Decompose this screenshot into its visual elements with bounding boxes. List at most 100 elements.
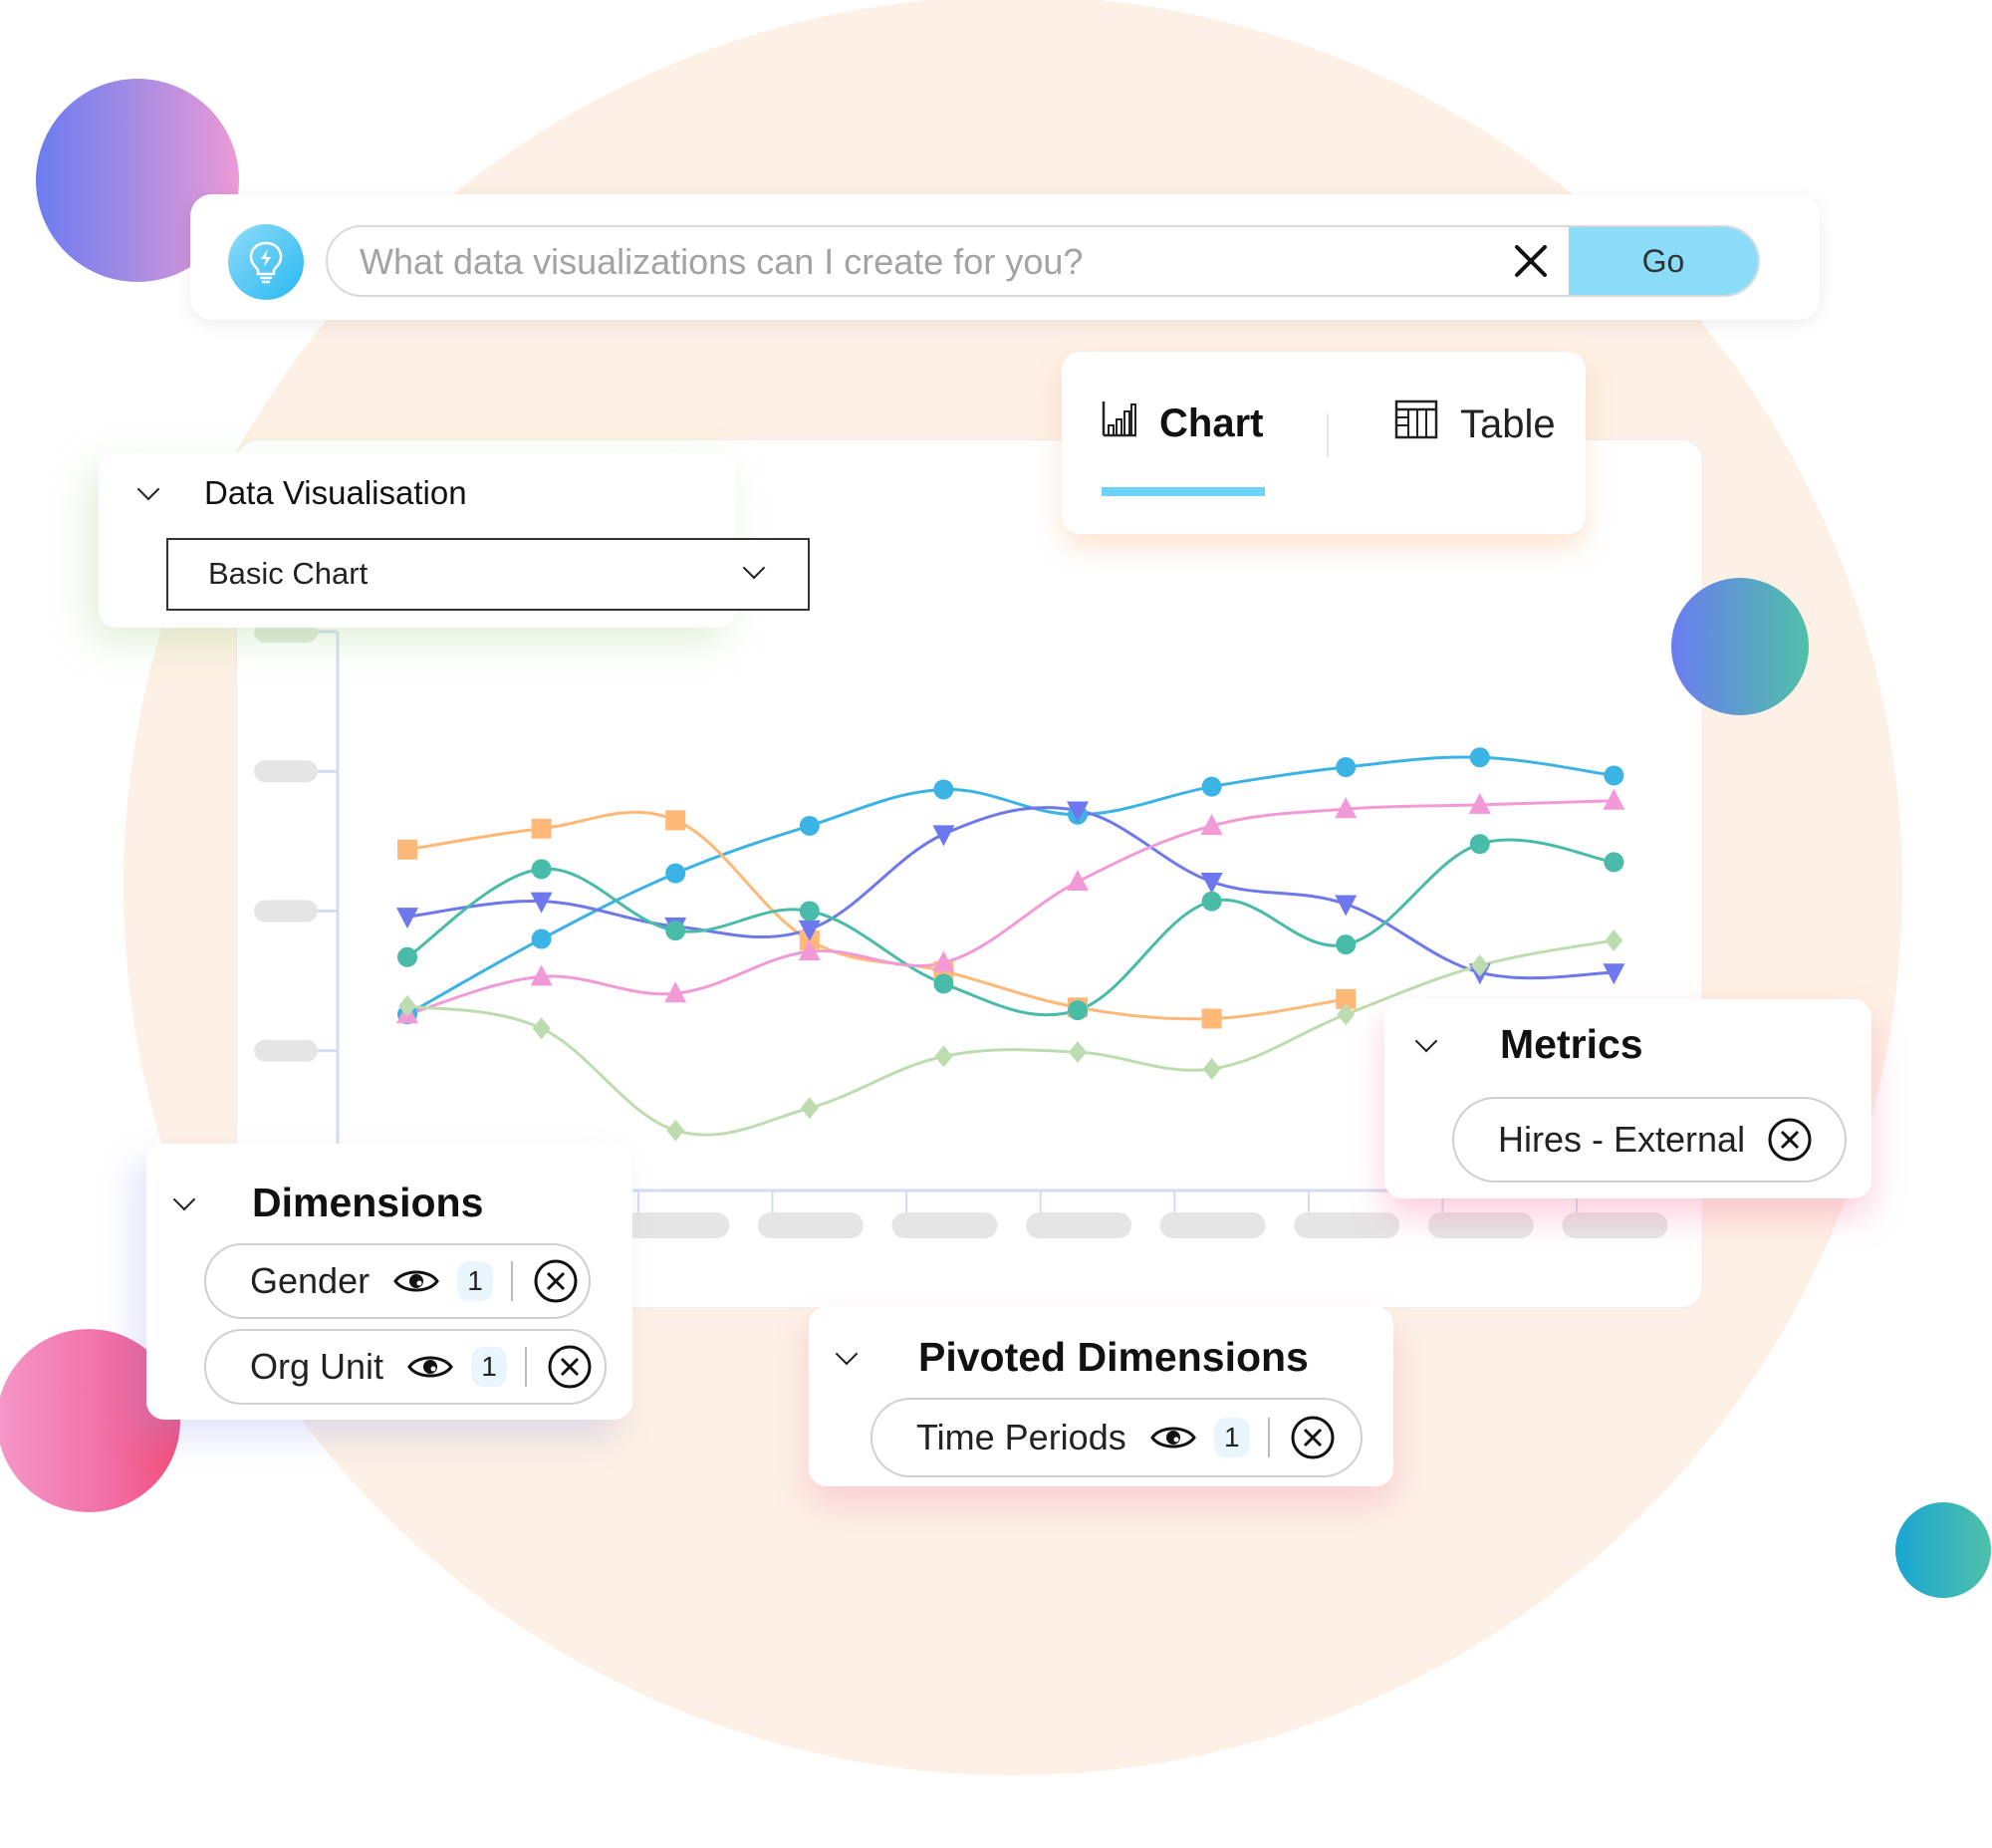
data-point: [396, 908, 418, 929]
lightbulb-bolt-icon[interactable]: [228, 224, 304, 300]
pivoted-dimensions-panel: Pivoted Dimensions Time Periods 1: [809, 1306, 1393, 1486]
data-point: [665, 810, 686, 831]
data-visualisation-header[interactable]: Data Visualisation: [136, 474, 467, 512]
data-visualisation-panel: Data Visualisation Basic Chart: [99, 452, 810, 628]
data-point: [665, 921, 686, 941]
remove-circle-icon[interactable]: [547, 1344, 593, 1390]
count-badge: 1: [1213, 1418, 1250, 1457]
eye-icon[interactable]: [1149, 1423, 1196, 1452]
bar-chart-icon: [1102, 399, 1137, 447]
remove-circle-icon[interactable]: [1290, 1415, 1336, 1460]
chip-label: Org Unit: [250, 1346, 384, 1387]
series-line-series-orange: [406, 810, 1347, 1021]
x-tick-label-placeholder: [1562, 1212, 1668, 1238]
divider: [1267, 1418, 1270, 1457]
data-point: [799, 815, 820, 836]
tab-chart-label: Chart: [1159, 400, 1264, 445]
pivoted-chip-time-periods[interactable]: Time Periods 1: [871, 1398, 1363, 1477]
data-point: [1605, 928, 1623, 951]
data-point: [531, 928, 552, 949]
count-badge: 1: [457, 1261, 494, 1301]
data-point: [1201, 891, 1222, 912]
y-tick-label-placeholder: [254, 760, 318, 783]
data-point: [933, 973, 954, 994]
chart-type-select[interactable]: Basic Chart: [166, 538, 810, 611]
y-tick-label-placeholder: [254, 900, 318, 923]
table-icon: [1394, 399, 1438, 449]
eye-icon[interactable]: [393, 1266, 439, 1296]
dimensions-panel: Dimensions Gender 1 Org Unit 1: [146, 1144, 632, 1420]
metrics-title: Metrics: [1500, 1021, 1643, 1067]
chevron-down-icon[interactable]: [172, 1188, 196, 1210]
data-point: [932, 825, 955, 847]
data-point: [665, 863, 686, 884]
chip-label: Time Periods: [916, 1417, 1126, 1457]
chip-label: Gender: [250, 1260, 371, 1301]
x-tick-label-placeholder: [757, 1212, 864, 1238]
search-field: Go: [326, 225, 1760, 297]
chip-label: Hires - External: [1498, 1119, 1746, 1160]
data-point: [934, 1045, 953, 1068]
data-point: [666, 1119, 685, 1142]
go-button[interactable]: Go: [1569, 227, 1758, 295]
data-point: [1068, 1000, 1088, 1021]
data-point: [397, 839, 417, 860]
x-tick-label-placeholder: [1159, 1212, 1266, 1238]
data-point: [531, 859, 552, 880]
tab-table[interactable]: Table: [1394, 399, 1556, 449]
chevron-down-icon[interactable]: [136, 477, 160, 501]
data-point: [799, 901, 820, 922]
series-line-series-purple: [406, 806, 1615, 980]
decorative-circle-teal: [1895, 1502, 1991, 1598]
dimension-chip-gender[interactable]: Gender 1: [204, 1243, 591, 1319]
dimensions-title: Dimensions: [252, 1180, 484, 1225]
metrics-header[interactable]: Metrics: [1414, 1021, 1643, 1068]
tab-table-label: Table: [1460, 401, 1556, 446]
metrics-panel: Metrics Hires - External: [1384, 999, 1871, 1198]
data-point: [1469, 747, 1490, 768]
data-visualisation-title: Data Visualisation: [204, 474, 467, 511]
data-point: [1067, 870, 1089, 892]
x-tick-label-placeholder: [1427, 1212, 1534, 1238]
y-tick-label-placeholder: [254, 1039, 318, 1062]
metric-chip-hires-external[interactable]: Hires - External: [1452, 1097, 1847, 1183]
data-point: [1469, 834, 1490, 855]
pivoted-dimensions-header[interactable]: Pivoted Dimensions: [835, 1334, 1309, 1381]
tab-divider: [1327, 413, 1329, 457]
search-input[interactable]: [358, 227, 1507, 295]
data-point: [397, 946, 417, 967]
data-point: [1069, 1041, 1087, 1064]
data-point: [1604, 852, 1624, 873]
dimension-chip-org-unit[interactable]: Org Unit 1: [204, 1329, 607, 1405]
series-line-series-blue: [406, 755, 1615, 1016]
data-point: [800, 1097, 819, 1120]
view-tabs: Chart Table: [1062, 352, 1586, 534]
close-icon[interactable]: [1509, 239, 1553, 283]
divider: [525, 1347, 528, 1387]
eye-icon[interactable]: [407, 1352, 453, 1382]
data-point: [532, 1017, 551, 1040]
chevron-down-icon: [742, 556, 766, 580]
count-badge: 1: [471, 1347, 508, 1387]
x-tick-label-placeholder: [1294, 1212, 1400, 1238]
pivoted-dimensions-title: Pivoted Dimensions: [918, 1334, 1309, 1380]
data-point: [531, 818, 552, 839]
tab-chart[interactable]: Chart: [1102, 399, 1263, 447]
data-point: [1604, 765, 1624, 786]
x-tick-label-placeholder: [1026, 1212, 1131, 1238]
data-point: [1201, 776, 1222, 797]
chevron-down-icon[interactable]: [835, 1342, 859, 1365]
dimensions-header[interactable]: Dimensions: [172, 1180, 484, 1226]
remove-circle-icon[interactable]: [533, 1258, 579, 1304]
data-point: [1336, 934, 1357, 955]
remove-circle-icon[interactable]: [1767, 1117, 1813, 1163]
chevron-down-icon[interactable]: [1414, 1029, 1438, 1052]
decorative-circle-blue: [1671, 578, 1809, 715]
data-point: [1202, 1057, 1221, 1080]
x-tick-label-placeholder: [891, 1212, 998, 1238]
data-point: [1201, 1008, 1222, 1029]
x-tick-label-placeholder: [623, 1212, 730, 1238]
divider: [511, 1261, 514, 1301]
active-tab-indicator: [1102, 487, 1265, 496]
data-point: [933, 779, 954, 800]
